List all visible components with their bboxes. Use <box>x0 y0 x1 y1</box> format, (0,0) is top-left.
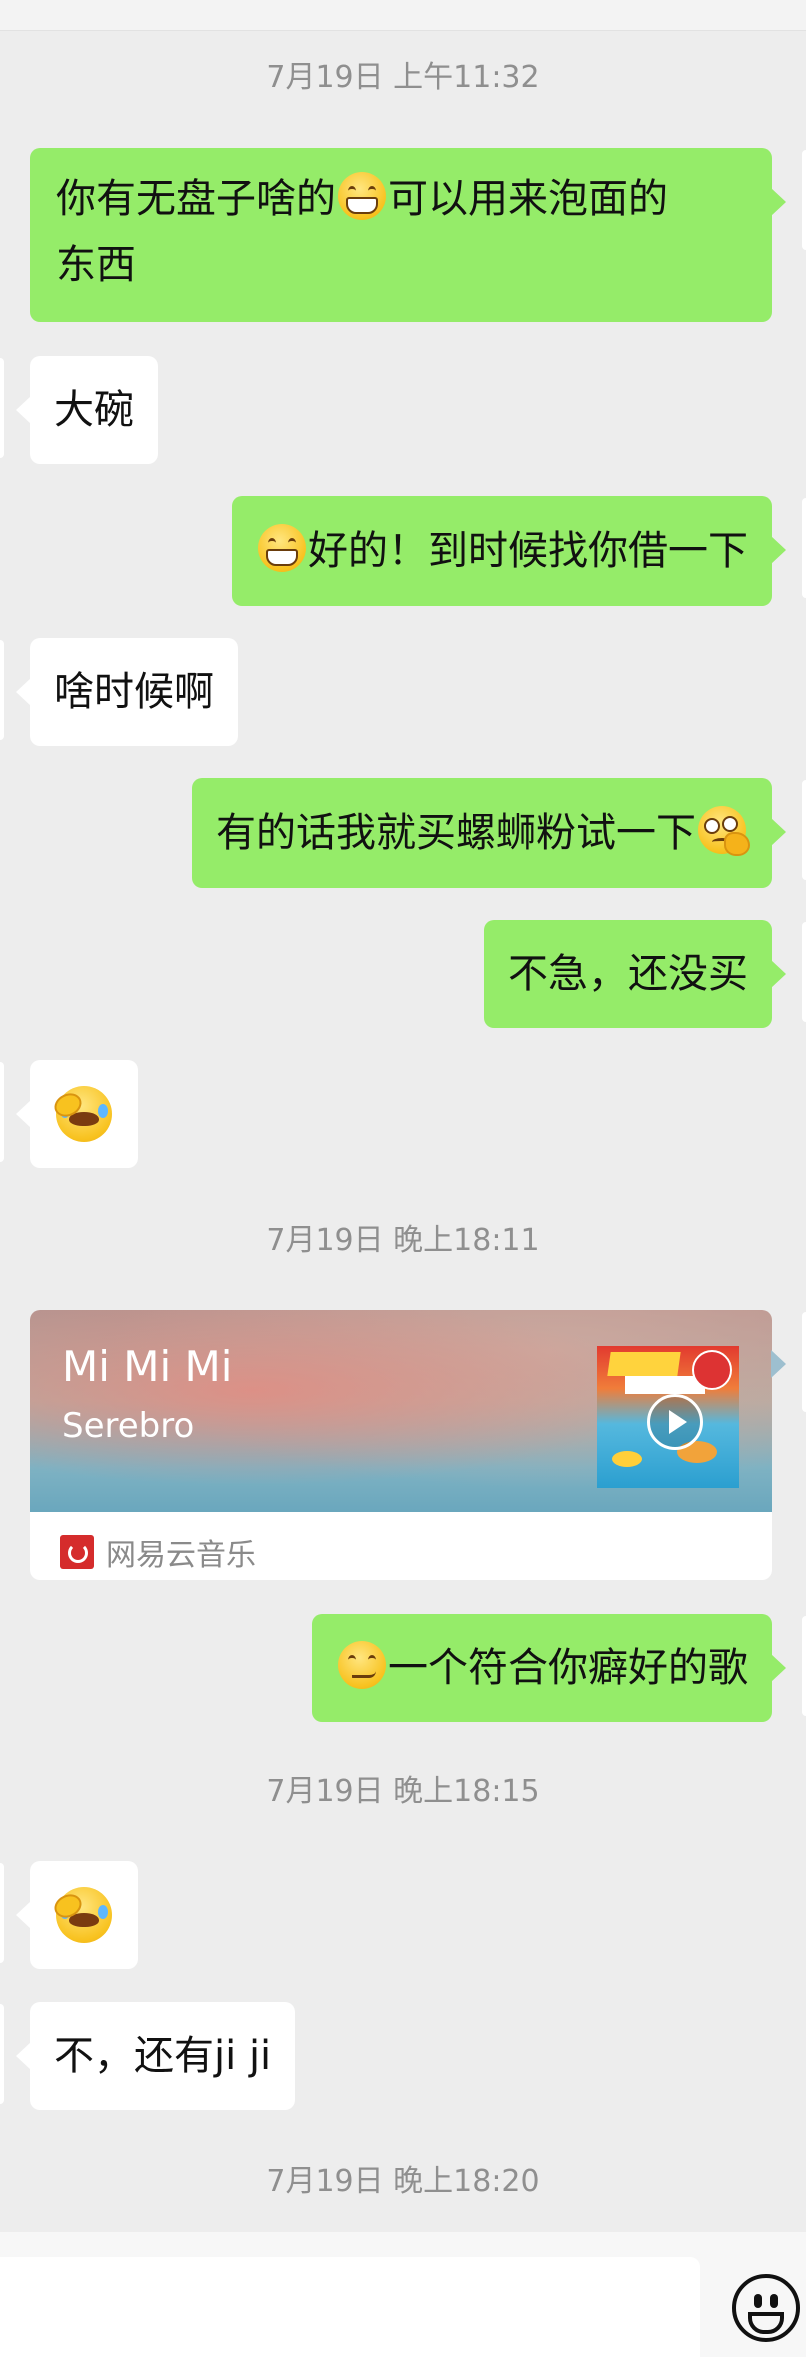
woozy-thinking-icon <box>698 806 750 856</box>
message-text: 大碗 <box>54 387 134 433</box>
message-input[interactable] <box>0 2257 700 2357</box>
message-bubble-outgoing[interactable]: 不急，还没买 <box>484 920 786 1028</box>
message-bubble-incoming[interactable]: 大碗 <box>16 356 158 464</box>
smirk-icon <box>338 1641 386 1689</box>
message-text: 可以用来泡面的 <box>388 176 668 222</box>
song-artist: Serebro <box>62 1406 195 1446</box>
message-bubble-outgoing[interactable]: 好的！到时候找你借一下 <box>232 496 786 606</box>
album-cover-icon[interactable] <box>597 1346 739 1488</box>
play-icon[interactable] <box>647 1394 703 1450</box>
message-text: 不，还有ji ji <box>54 2033 272 2079</box>
avatar[interactable] <box>802 498 806 598</box>
message-bubble-outgoing[interactable]: 你有无盘子啥的 可以用来泡面的 东西 <box>30 148 786 322</box>
timestamp: 7月19日 晚上18:15 <box>266 1774 540 1809</box>
avatar[interactable] <box>0 358 4 458</box>
avatar[interactable] <box>0 2004 4 2104</box>
timestamp: 7月19日 晚上18:20 <box>266 2164 540 2199</box>
grin-icon <box>338 172 386 220</box>
message-text: 东西 <box>56 242 136 288</box>
music-share-card[interactable]: Mi Mi Mi Serebro 网易云音乐 <box>30 1310 786 1580</box>
music-source-label: 网易云音乐 <box>106 1538 256 1573</box>
facepalm-cry-icon <box>50 1086 112 1142</box>
message-bubble-incoming[interactable] <box>16 1861 138 1969</box>
avatar[interactable] <box>802 150 806 250</box>
message-text: 好的！到时候找你借一下 <box>308 528 748 574</box>
music-card-banner[interactable]: Mi Mi Mi Serebro <box>30 1310 772 1512</box>
message-bubble-outgoing[interactable]: 一个符合你癖好的歌 <box>312 1614 786 1722</box>
message-text: 你有无盘子啥的 <box>56 176 336 222</box>
input-bar <box>0 2232 806 2357</box>
song-title: Mi Mi Mi <box>62 1342 233 1391</box>
avatar[interactable] <box>802 922 806 1022</box>
avatar[interactable] <box>0 640 4 740</box>
avatar[interactable] <box>802 1616 806 1716</box>
message-bubble-incoming[interactable]: 啥时候啊 <box>16 638 238 746</box>
facepalm-cry-icon <box>50 1887 112 1943</box>
message-text: 一个符合你癖好的歌 <box>388 1645 748 1691</box>
message-bubble-incoming[interactable]: 不，还有ji ji <box>15 2002 296 2110</box>
top-divider <box>0 0 806 31</box>
message-text: 有的话我就买螺蛳粉试一下 <box>216 810 696 856</box>
timestamp: 7月19日 上午11:32 <box>266 60 540 95</box>
message-bubble-incoming[interactable] <box>16 1060 138 1168</box>
avatar[interactable] <box>0 1062 4 1162</box>
timestamp: 7月19日 晚上18:11 <box>266 1223 540 1258</box>
message-text: 不急，还没买 <box>508 951 748 997</box>
avatar[interactable] <box>802 780 806 880</box>
avatar[interactable] <box>0 1863 4 1963</box>
message-text: 啥时候啊 <box>54 669 214 715</box>
message-bubble-outgoing[interactable]: 有的话我就买螺蛳粉试一下 <box>192 778 786 888</box>
netease-music-icon <box>60 1535 94 1569</box>
avatar[interactable] <box>802 1312 806 1412</box>
emoji-face-icon[interactable] <box>732 2274 800 2342</box>
music-source: 网易云音乐 <box>60 1532 256 1573</box>
grin-icon <box>258 524 306 572</box>
